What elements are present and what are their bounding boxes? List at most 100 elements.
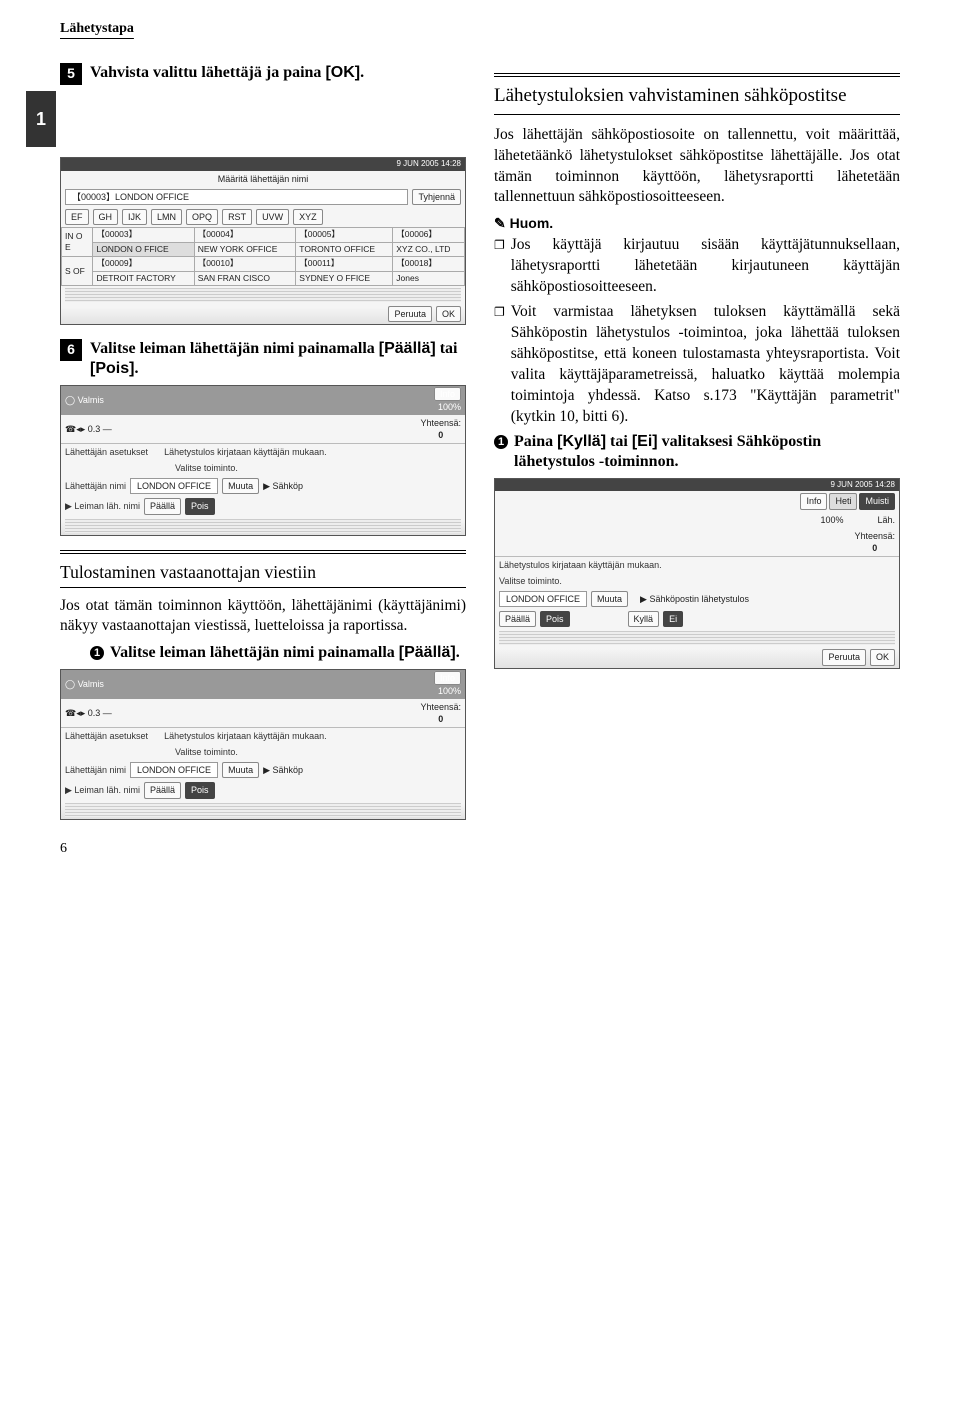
screenshot-2b: ◯ Valmis Info100% ☎◂▸ 0.3 — Yhteensä:0 L…	[60, 669, 466, 819]
section-title-r: Lähetystuloksien vahvistaminen sähköpost…	[494, 85, 900, 108]
shot2-zero: 0	[438, 430, 443, 440]
step-6-end: .	[134, 360, 138, 377]
shot3-ei-button[interactable]: Ei	[663, 611, 683, 627]
step-6-a: Valitse leiman lähettäjän nimi painamall…	[90, 340, 379, 357]
shot2-l3: Lähettäjän nimi	[65, 480, 126, 492]
shot2b-info-button[interactable]: Info	[434, 671, 461, 685]
shot2b-muuta-button[interactable]: Muuta	[222, 762, 259, 778]
screenshot-3: 9 JUN 2005 14:28 Info Heti Muisti 100% L…	[494, 478, 900, 669]
shot2b-pois-button[interactable]: Pois	[185, 782, 215, 798]
shot3-muisti-button[interactable]: Muisti	[859, 493, 895, 509]
shot2-pois-button[interactable]: Pois	[185, 498, 215, 514]
shot3-paalla-button[interactable]: Päällä	[499, 611, 536, 627]
shot2-office: LONDON OFFICE	[130, 478, 218, 494]
shot2b-fax-icon: ☎◂▸ 0.3 —	[65, 707, 112, 719]
right-bullet-1: 1 Paina [Kyllä] tai [Ei] valitaksesi Säh…	[494, 432, 900, 472]
t-cell: 【00010】	[198, 258, 239, 268]
shot1-ok-button[interactable]: OK	[436, 306, 461, 322]
shot2-arrow[interactable]: ▶ Sähköp	[263, 480, 303, 492]
step-6-k2: [Pois]	[90, 360, 134, 377]
shot2-yht: Yhteensä:	[420, 418, 461, 428]
shot1-key[interactable]: GH	[93, 209, 119, 225]
shot3-l2: Valitse toiminto.	[499, 575, 562, 587]
shot3-ok-button[interactable]: OK	[870, 649, 895, 665]
shot3-cancel-button[interactable]: Peruuta	[822, 649, 866, 665]
shot3-kylla-button[interactable]: Kyllä	[628, 611, 660, 627]
step-5: 5 Vahvista valittu lähettäjä ja paina [O…	[60, 63, 466, 85]
left-column: 5 Vahvista valittu lähettäjä ja paina [O…	[60, 63, 466, 834]
step-6: 6 Valitse leiman lähettäjän nimi painama…	[60, 339, 466, 379]
shot1-key[interactable]: XYZ	[293, 209, 323, 225]
rb1-k2: [Ei]	[632, 433, 658, 450]
step-5-num: 5	[60, 63, 82, 85]
shot2b-paalla-button[interactable]: Päällä	[144, 782, 181, 798]
section-divider-r	[494, 73, 900, 77]
shot1-cancel-button[interactable]: Peruuta	[388, 306, 432, 322]
t-cell[interactable]: SAN FRAN CISCO	[198, 273, 270, 283]
t-cell: 【00005】	[299, 229, 340, 239]
t-cell[interactable]: LONDON O FFICE	[96, 244, 168, 254]
step-6-k1: [Päällä]	[379, 340, 436, 357]
shot3-yht: Yhteensä:	[854, 531, 895, 541]
step-5-ok: [OK]	[325, 64, 360, 81]
shot2b-arrow[interactable]: ▶ Sähköp	[263, 764, 303, 776]
lb1-b: .	[456, 644, 460, 661]
step-6-mid: tai	[436, 340, 458, 357]
step-5-a: Vahvista valittu lähettäjä ja paina	[90, 64, 325, 81]
t-cell[interactable]: SYDNEY O FFICE	[299, 273, 370, 283]
shot1-key[interactable]: OPQ	[186, 209, 218, 225]
thin-divider	[60, 587, 466, 588]
shot2b-l1b: Lähetystulos kirjataan käyttäjän mukaan.	[164, 730, 327, 742]
shot3-pct: 100%	[820, 514, 843, 526]
shot2-l2: Valitse toiminto.	[175, 462, 238, 474]
page-header: Lähetystapa	[60, 20, 900, 39]
shot2-muuta-button[interactable]: Muuta	[222, 478, 259, 494]
shot2b-l4: ▶ Leiman läh. nimi	[65, 784, 140, 796]
t-cell[interactable]: Jones	[396, 273, 419, 283]
shot3-lah: Läh.	[877, 514, 895, 526]
side-tab-label: 1	[26, 91, 56, 147]
t-cell[interactable]: XYZ CO., LTD	[396, 244, 450, 254]
rb1-mid: tai	[606, 433, 632, 450]
shot1-selection[interactable]: 【00003】LONDON OFFICE	[65, 189, 408, 205]
shot2-stripes	[65, 519, 461, 533]
shot2-paalla-button[interactable]: Päällä	[144, 498, 181, 514]
shot3-office: LONDON OFFICE	[499, 591, 587, 607]
shot2-fax-icon: ☎◂▸ 0.3 —	[65, 423, 112, 435]
note-item-1: Jos käyttäjä kirjautuu sisään käyttäjätu…	[494, 235, 900, 298]
t-cell[interactable]: TORONTO OFFICE	[299, 244, 375, 254]
shot2-pct: 100%	[438, 402, 461, 412]
note-item-1-text: Jos käyttäjä kirjautuu sisään käyttäjätu…	[511, 235, 900, 298]
shot2b-l1: Lähettäjän asetukset	[65, 730, 148, 742]
shot3-stripes	[499, 631, 895, 645]
shot3-zero: 0	[872, 543, 877, 553]
shot2b-yht: Yhteensä:	[420, 702, 461, 712]
shot1-key[interactable]: LMN	[151, 209, 182, 225]
t-cell[interactable]: DETROIT FACTORY	[96, 273, 175, 283]
t-cell: 【00018】	[396, 258, 437, 268]
shot3-info-button[interactable]: Info	[800, 493, 827, 509]
shot1-clear-button[interactable]: Tyhjennä	[412, 189, 461, 205]
t-cell: 【00003】	[96, 229, 137, 239]
shot2b-valmis: ◯ Valmis	[65, 678, 104, 690]
shot1-key[interactable]: IJK	[122, 209, 147, 225]
shot3-muuta-button[interactable]: Muuta	[591, 591, 628, 607]
shot3-pois-button[interactable]: Pois	[540, 611, 570, 627]
t-cell: IN O	[65, 231, 82, 241]
shot1-key[interactable]: UVW	[256, 209, 289, 225]
side-tab: 1	[26, 91, 466, 147]
step-6-text: Valitse leiman lähettäjän nimi painamall…	[90, 339, 466, 379]
t-cell: E	[65, 242, 71, 252]
shot1-key[interactable]: RST	[222, 209, 252, 225]
shot3-heti-button[interactable]: Heti	[829, 493, 857, 509]
shot1-stripes	[65, 288, 461, 302]
subsection-title: Tulostaminen vastaanottajan viestiin	[60, 562, 466, 583]
page-number: 6	[60, 840, 900, 859]
shot1-key[interactable]: EF	[65, 209, 89, 225]
shot2b-valmis-lbl: Valmis	[78, 679, 104, 689]
shot2-info-button[interactable]: Info	[434, 387, 461, 401]
left-bullet-1: 1 Valitse leiman lähettäjän nimi painama…	[60, 643, 466, 663]
lb1-a: Valitse leiman lähettäjän nimi painamall…	[110, 644, 399, 661]
shot2b-stripes	[65, 803, 461, 817]
t-cell[interactable]: NEW YORK OFFICE	[198, 244, 278, 254]
